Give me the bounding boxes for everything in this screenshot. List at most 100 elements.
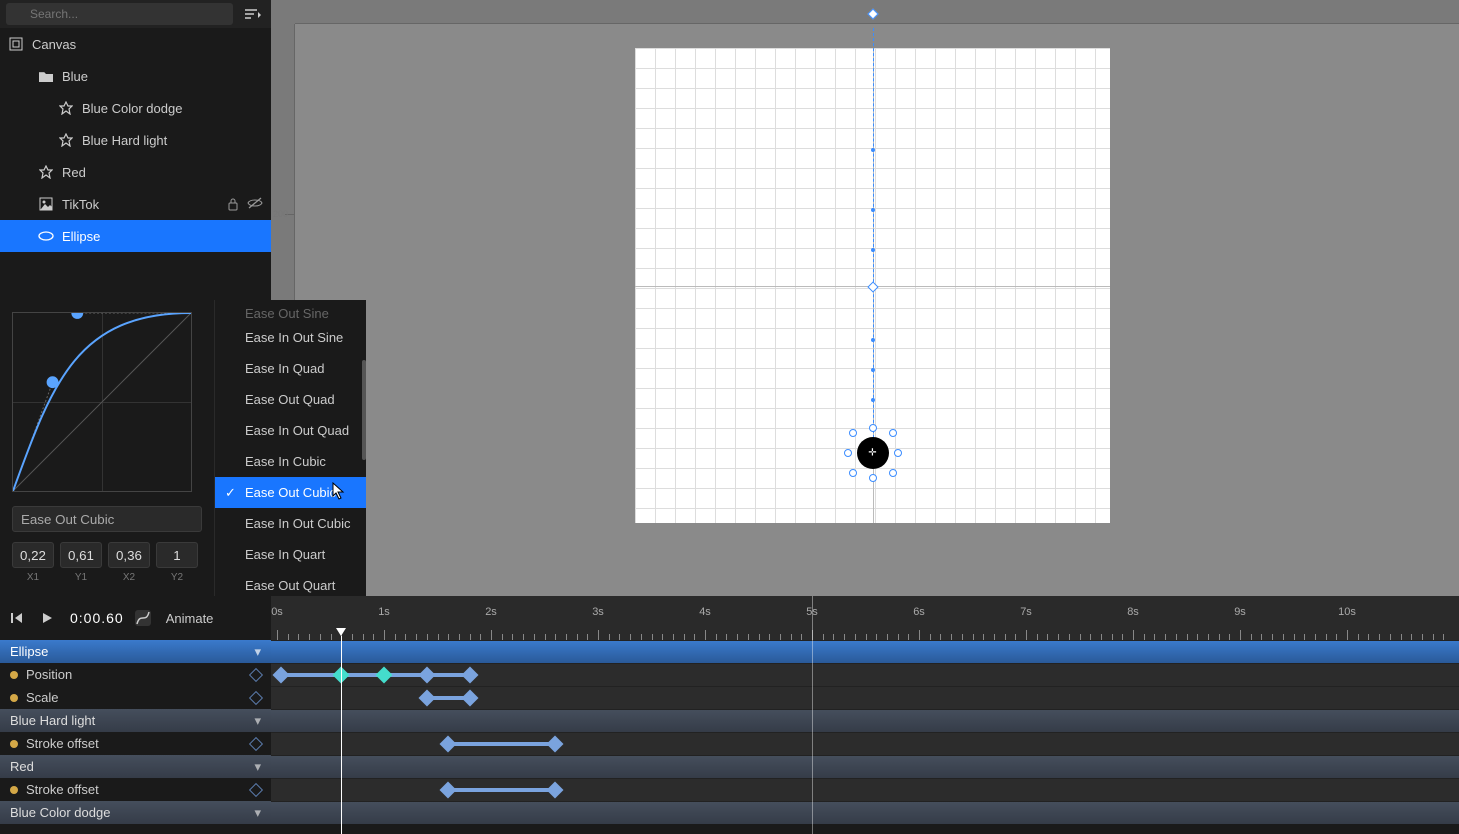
keyframe[interactable] bbox=[376, 667, 393, 684]
selection-handle[interactable] bbox=[849, 469, 857, 477]
keyframe[interactable] bbox=[418, 690, 435, 707]
layer-item[interactable]: Blue Color dodge bbox=[0, 92, 271, 124]
track-name: Position bbox=[26, 667, 72, 682]
track-lane[interactable] bbox=[271, 663, 1459, 686]
keyframe[interactable] bbox=[547, 782, 564, 799]
easing-option[interactable]: Ease In Cubic bbox=[215, 446, 366, 477]
track-name: Stroke offset bbox=[26, 736, 99, 751]
easing-option[interactable]: Ease In Quad bbox=[215, 353, 366, 384]
time-label: 7s bbox=[1020, 606, 1032, 618]
track-label[interactable]: Red ▾ bbox=[0, 755, 271, 778]
selection-handle[interactable] bbox=[849, 429, 857, 437]
keyframe[interactable] bbox=[461, 690, 478, 707]
play-button[interactable] bbox=[40, 611, 60, 625]
selection-handle[interactable] bbox=[894, 449, 902, 457]
animate-mode-button[interactable]: Animate bbox=[166, 611, 214, 626]
track-lane[interactable] bbox=[271, 640, 1459, 663]
current-time-display[interactable]: 0:00.60 bbox=[70, 610, 124, 626]
selection-handle[interactable] bbox=[869, 424, 877, 432]
easing-option[interactable]: Ease In Quart bbox=[215, 539, 366, 570]
bezier-y2-input[interactable] bbox=[156, 542, 198, 568]
canvas-area[interactable]: 200 ✛ bbox=[271, 0, 1459, 596]
keyframe[interactable] bbox=[418, 667, 435, 684]
track-label[interactable]: Position bbox=[0, 663, 271, 686]
chevron-down-icon[interactable]: ▾ bbox=[254, 759, 261, 775]
layer-item[interactable]: TikTok bbox=[0, 188, 271, 220]
bezier-x2-input[interactable] bbox=[108, 542, 150, 568]
timeline-ruler[interactable]: 0s1s2s3s4s5s6s7s8s9s10s bbox=[271, 596, 1459, 640]
timeline-marker bbox=[812, 596, 813, 834]
keyframe[interactable] bbox=[273, 667, 290, 684]
track-lane[interactable] bbox=[271, 732, 1459, 755]
track-label[interactable]: Stroke offset bbox=[0, 732, 271, 755]
layer-item[interactable]: Ellipse bbox=[0, 220, 271, 252]
bezier-handle-p1[interactable] bbox=[47, 376, 59, 388]
easing-preset-list[interactable]: Ease Out SineEase In Out SineEase In Qua… bbox=[214, 300, 366, 596]
easing-option[interactable]: Ease In Out Sine bbox=[215, 322, 366, 353]
bezier-handle-p2[interactable] bbox=[71, 313, 83, 319]
add-keyframe-icon[interactable] bbox=[249, 690, 263, 704]
shape-icon bbox=[58, 132, 74, 148]
easing-option[interactable]: Ease Out Cubic bbox=[215, 477, 366, 508]
easing-option[interactable]: Ease Out Quad bbox=[215, 384, 366, 415]
selection-handle[interactable] bbox=[844, 449, 852, 457]
playhead[interactable] bbox=[341, 636, 342, 834]
chevron-down-icon[interactable]: ▾ bbox=[254, 805, 261, 821]
layers-panel: Canvas Blue Blue Color dodge Blue Hard lig… bbox=[0, 0, 271, 300]
time-label: 2s bbox=[485, 606, 497, 618]
easing-option[interactable]: Ease In Out Quad bbox=[215, 415, 366, 446]
track-lane[interactable] bbox=[271, 709, 1459, 732]
artboard[interactable]: ✛ bbox=[635, 48, 1110, 523]
track-row: Blue Color dodge▾ bbox=[0, 801, 1459, 824]
layer-label: Blue Hard light bbox=[82, 133, 263, 148]
track-name: Red bbox=[10, 759, 34, 774]
easing-toggle-icon[interactable] bbox=[134, 609, 152, 627]
search-input[interactable] bbox=[6, 3, 233, 25]
chevron-down-icon[interactable]: ▾ bbox=[254, 713, 261, 729]
track-lane[interactable] bbox=[271, 778, 1459, 801]
track-label[interactable]: Blue Hard light▾ bbox=[0, 709, 271, 732]
selection-handle[interactable] bbox=[889, 469, 897, 477]
chevron-down-icon[interactable]: ▾ bbox=[254, 644, 261, 660]
time-label: 8s bbox=[1127, 606, 1139, 618]
property-bullet-icon bbox=[10, 694, 18, 702]
visibility-off-icon[interactable] bbox=[247, 197, 263, 211]
track-label[interactable]: Blue Color dodge▾ bbox=[0, 801, 271, 824]
rewind-button[interactable] bbox=[10, 611, 30, 625]
keyframe[interactable] bbox=[440, 782, 457, 799]
lock-icon[interactable] bbox=[227, 197, 239, 211]
selection-handle[interactable] bbox=[869, 474, 877, 482]
bezier-curve-editor[interactable] bbox=[12, 312, 192, 492]
add-keyframe-icon[interactable] bbox=[249, 667, 263, 681]
keyframe[interactable] bbox=[547, 736, 564, 753]
easing-option[interactable]: Ease Out Sine bbox=[215, 306, 366, 322]
track-label[interactable]: Scale bbox=[0, 686, 271, 709]
add-keyframe-icon[interactable] bbox=[249, 736, 263, 750]
track-lane[interactable] bbox=[271, 801, 1459, 824]
layer-item[interactable]: Blue bbox=[0, 60, 271, 92]
bezier-y1-input[interactable] bbox=[60, 542, 102, 568]
time-label: 4s bbox=[699, 606, 711, 618]
layer-canvas-root[interactable]: Canvas bbox=[0, 28, 271, 60]
easing-option[interactable]: Ease In Out Cubic bbox=[215, 508, 366, 539]
canvas-viewport[interactable]: ✛ bbox=[295, 24, 1459, 596]
selection-handle[interactable] bbox=[889, 429, 897, 437]
track-lane[interactable] bbox=[271, 755, 1459, 778]
layer-item[interactable]: Blue Hard light bbox=[0, 124, 271, 156]
keyframe-marker[interactable] bbox=[867, 281, 878, 292]
bezier-x1-input[interactable] bbox=[12, 542, 54, 568]
keyframe[interactable] bbox=[461, 667, 478, 684]
layer-item[interactable]: Red bbox=[0, 156, 271, 188]
track-label[interactable]: Ellipse▾ bbox=[0, 640, 271, 663]
add-keyframe-icon[interactable] bbox=[249, 782, 263, 796]
layers-sort-icon[interactable] bbox=[241, 4, 265, 24]
layer-label: Blue Color dodge bbox=[82, 101, 263, 116]
track-lane[interactable] bbox=[271, 686, 1459, 709]
ellipse-shape[interactable]: ✛ bbox=[857, 437, 889, 469]
keyframe[interactable] bbox=[440, 736, 457, 753]
property-bullet-icon bbox=[10, 671, 18, 679]
easing-name-input[interactable] bbox=[12, 506, 202, 532]
track-label[interactable]: Stroke offset bbox=[0, 778, 271, 801]
easing-option[interactable]: Ease Out Quart bbox=[215, 570, 366, 596]
track-row: Blue Hard light▾ bbox=[0, 709, 1459, 732]
